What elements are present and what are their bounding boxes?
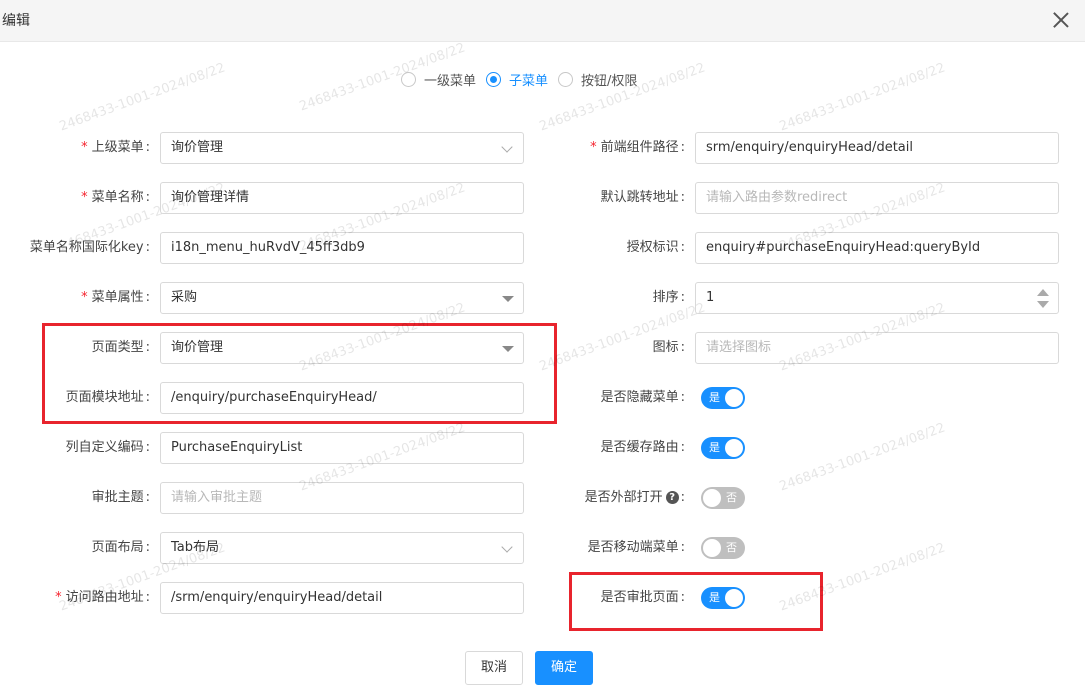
menu-name-input[interactable]: 询价管理详情: [160, 182, 524, 214]
radio-label: 按钮/权限: [581, 73, 638, 89]
switch-knob: [703, 489, 721, 507]
sort-value: 1: [706, 290, 715, 305]
page-layout-value: Tab布局: [171, 540, 220, 555]
dialog-title: 编辑: [2, 13, 30, 29]
redirect-placeholder: 请输入路由参数redirect: [706, 190, 848, 205]
menu-name-value: 询价管理详情: [171, 190, 250, 205]
page-layout-select[interactable]: Tab布局: [160, 532, 524, 564]
approval-subject-input[interactable]: 请输入审批主题: [160, 482, 524, 514]
permission-value: enquiry#purchaseEnquiryHead:queryById: [706, 240, 981, 255]
radio-sub-menu[interactable]: 子菜单: [486, 70, 548, 89]
menu-type-radio-group: 一级菜单 子菜单 按钮/权限: [401, 69, 647, 89]
menu-attr-value: 采购: [171, 290, 198, 305]
mobile-menu-switch[interactable]: 否: [701, 537, 745, 559]
parent-menu-select[interactable]: 询价管理: [160, 132, 524, 164]
radio-button-permission[interactable]: 按钮/权限: [558, 70, 637, 89]
question-circle-icon[interactable]: ?: [665, 491, 679, 504]
page-layout-label: 页面布局:: [91, 540, 150, 555]
component-path-value: srm/enquiry/enquiryHead/detail: [706, 140, 913, 155]
switch-text: 是: [709, 441, 720, 454]
sort-label: 排序:: [652, 290, 685, 305]
permission-input[interactable]: enquiry#purchaseEnquiryHead:queryById: [695, 232, 1059, 264]
watermark: 2468433-1001-2024/08/22: [777, 60, 948, 135]
edit-menu-dialog: 编辑 一级菜单 子菜单 按钮/权限 * 上级菜单: 询价管理 * 菜单名称: 询价管…: [0, 0, 1085, 694]
component-path-input[interactable]: srm/enquiry/enquiryHead/detail: [695, 132, 1059, 164]
icon-label: 图标:: [652, 340, 685, 355]
icon-placeholder: 请选择图标: [706, 340, 772, 355]
chevron-down-icon: [501, 541, 513, 553]
external-open-label: 是否外部打开?:: [584, 490, 685, 505]
watermark: 2468433-1001-2024/08/22: [777, 420, 948, 495]
route-path-input[interactable]: /srm/enquiry/enquiryHead/detail: [160, 582, 524, 614]
radio-label: 一级菜单: [424, 73, 477, 89]
decrement-icon[interactable]: [1037, 301, 1049, 308]
sort-number-input[interactable]: 1: [695, 282, 1059, 314]
menu-attr-label: * 菜单属性:: [81, 290, 150, 305]
parent-menu-value: 询价管理: [171, 140, 224, 155]
switch-knob: [725, 439, 743, 457]
i18n-key-label: 菜单名称国际化key:: [29, 240, 150, 255]
column-code-input[interactable]: PurchaseEnquiryList: [160, 432, 524, 464]
switch-text: 否: [726, 541, 737, 554]
radio-circle[interactable]: [401, 71, 416, 87]
approval-subject-placeholder: 请输入审批主题: [171, 490, 263, 505]
mobile-menu-label: 是否移动端菜单:: [587, 540, 685, 555]
confirm-button[interactable]: 确定: [535, 651, 593, 685]
cache-route-switch[interactable]: 是: [701, 437, 745, 459]
i18n-key-value: i18n_menu_huRvdV_45ff3db9: [171, 240, 365, 255]
radio-circle[interactable]: [558, 71, 574, 87]
column-code-value: PurchaseEnquiryList: [171, 440, 303, 455]
external-open-switch[interactable]: 否: [701, 487, 745, 509]
redirect-label: 默认跳转地址:: [600, 190, 685, 205]
column-code-label: 列自定义编码:: [65, 440, 150, 455]
highlight-box-approval-page: [569, 572, 823, 631]
hide-menu-switch[interactable]: 是: [701, 387, 745, 409]
switch-knob: [703, 539, 721, 557]
hide-menu-label: 是否隐藏菜单:: [600, 390, 685, 405]
switch-text: 是: [709, 391, 720, 404]
menu-name-label: * 菜单名称:: [81, 190, 150, 205]
close-icon[interactable]: [1050, 9, 1072, 31]
radio-circle[interactable]: [486, 71, 502, 87]
cache-route-label: 是否缓存路由:: [600, 440, 685, 455]
component-path-label: * 前端组件路径:: [590, 140, 685, 155]
route-path-value: /srm/enquiry/enquiryHead/detail: [171, 590, 383, 605]
increment-icon[interactable]: [1037, 289, 1049, 296]
dialog-header: 编辑: [0, 0, 1085, 42]
approval-subject-label: 审批主题:: [91, 490, 150, 505]
cancel-button[interactable]: 取消: [465, 651, 523, 685]
highlight-box-page-type: [42, 323, 557, 424]
route-path-label: * 访问路由地址:: [55, 590, 150, 605]
menu-attr-select[interactable]: 采购: [160, 282, 524, 314]
chevron-down-icon: [501, 141, 513, 153]
radio-label: 子菜单: [509, 73, 549, 89]
i18n-key-input[interactable]: i18n_menu_huRvdV_45ff3db9: [160, 232, 524, 264]
watermark: 2468433-1001-2024/08/22: [57, 60, 228, 135]
redirect-input[interactable]: 请输入路由参数redirect: [695, 182, 1059, 214]
switch-knob: [725, 389, 743, 407]
icon-select-input[interactable]: 请选择图标: [695, 332, 1059, 364]
switch-text: 否: [726, 491, 737, 504]
caret-down-icon: [502, 296, 514, 302]
permission-label: 授权标识:: [626, 240, 685, 255]
radio-first-level-menu[interactable]: 一级菜单: [401, 70, 476, 89]
parent-menu-label: * 上级菜单:: [81, 140, 150, 155]
